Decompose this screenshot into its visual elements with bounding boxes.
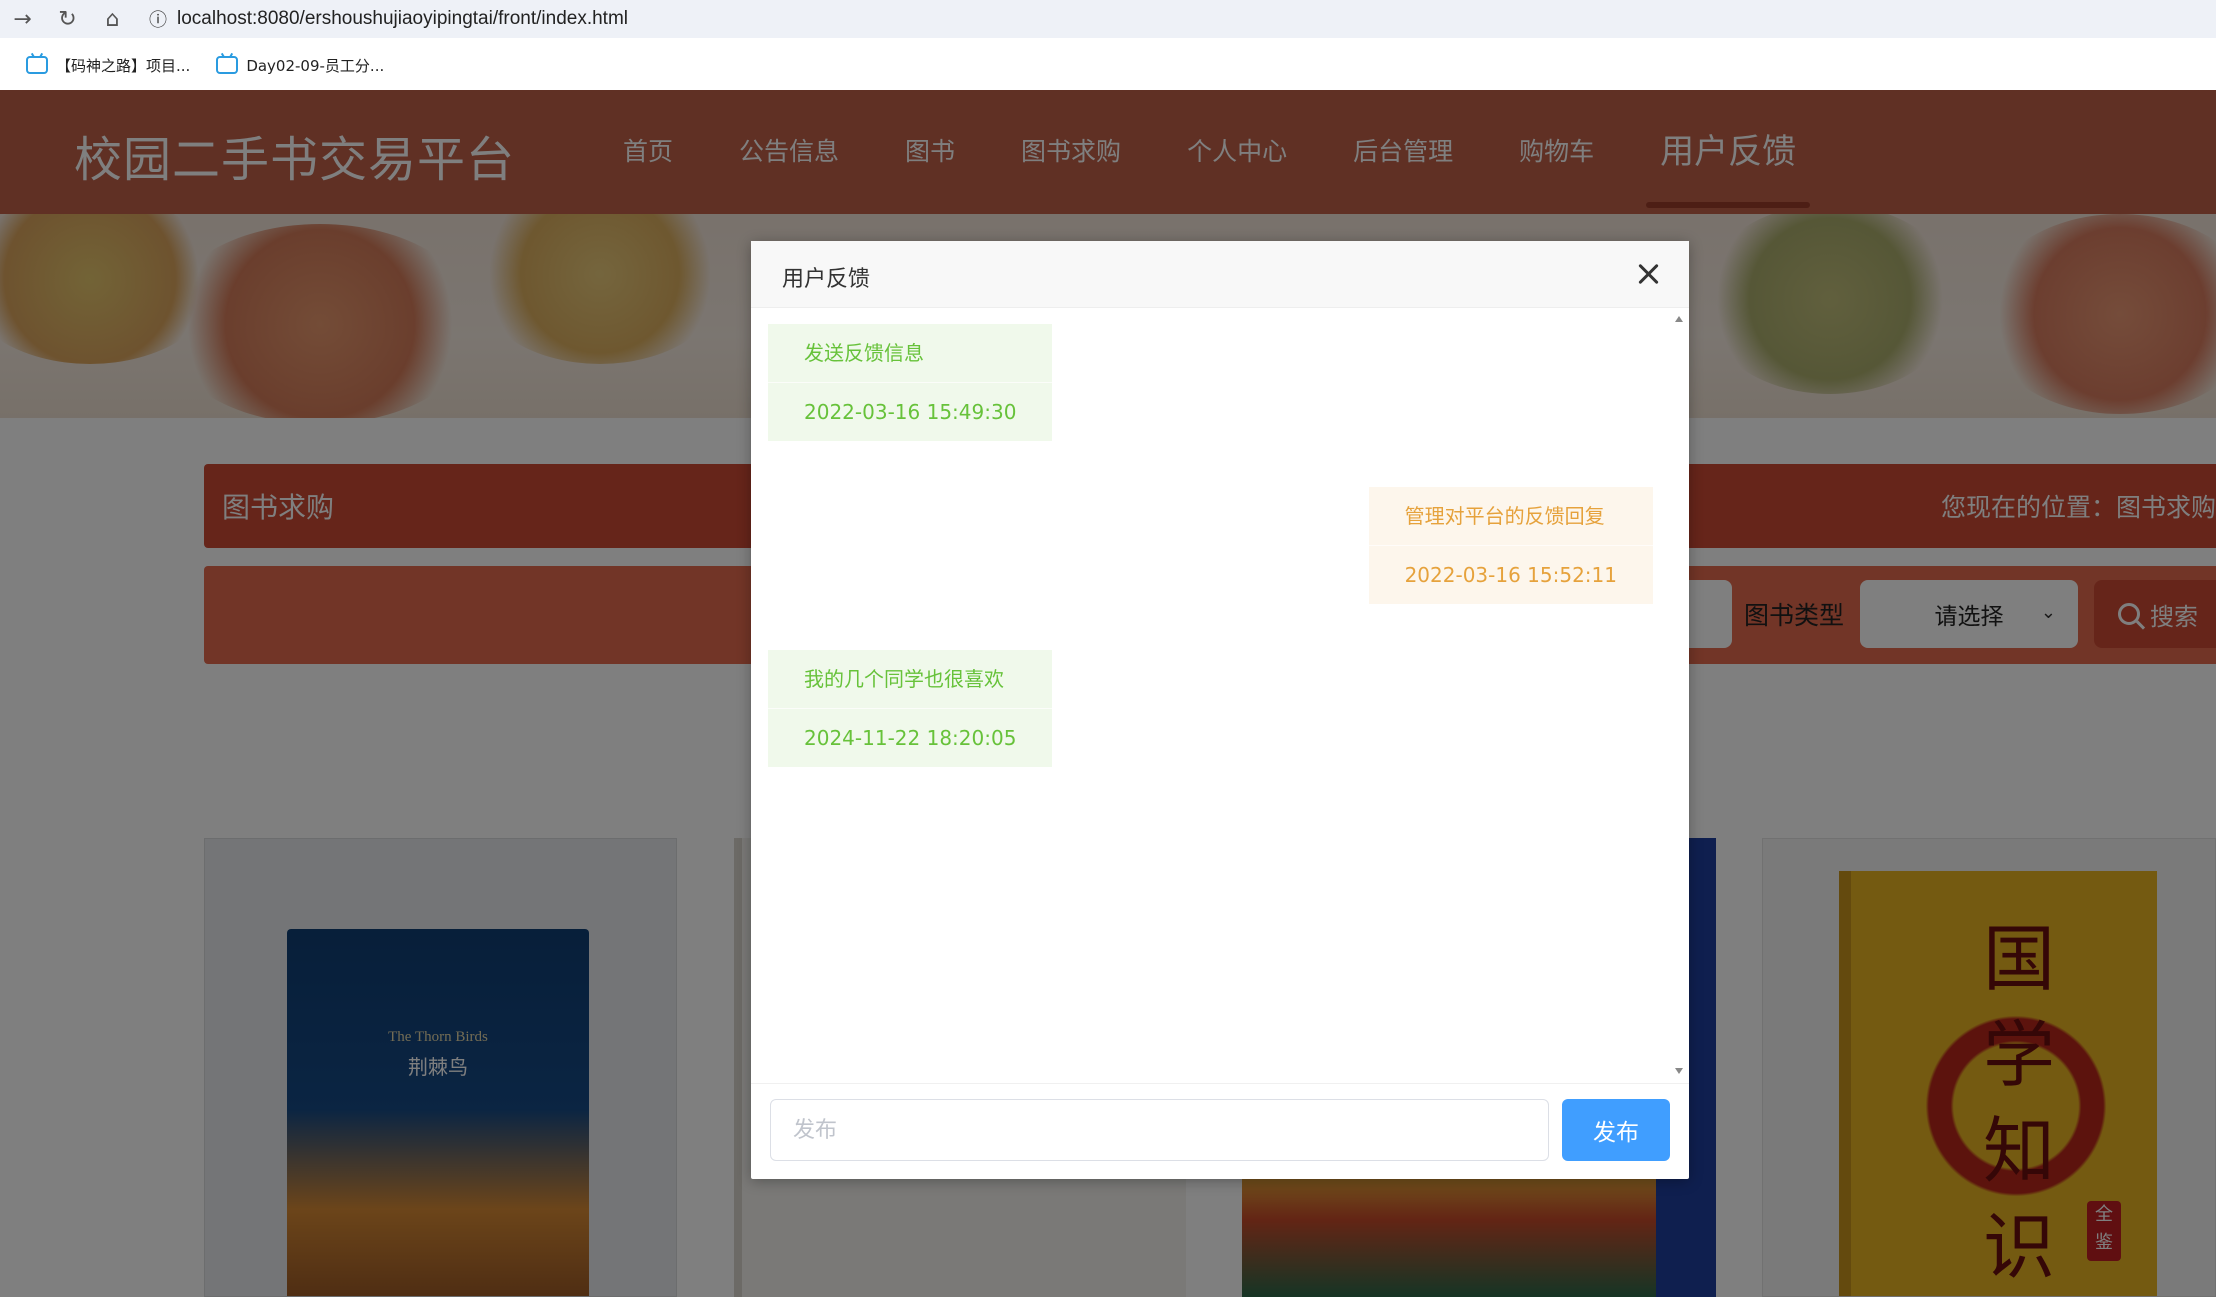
bookmark-label: Day02-09-员工分... — [246, 56, 385, 75]
publish-button[interactable]: 发布 — [1562, 1099, 1670, 1161]
message-text: 管理对平台的反馈回复 — [1404, 504, 1605, 528]
dialog-footer: 发布 — [751, 1083, 1689, 1179]
bookmark-item[interactable]: Day02-09-员工分... — [216, 55, 384, 76]
message-divider — [1368, 545, 1653, 546]
site-info-icon[interactable]: ⓘ — [143, 0, 173, 38]
message-text: 我的几个同学也很喜欢 — [804, 667, 1004, 691]
home-icon[interactable]: ⌂ — [90, 0, 135, 38]
message-time: 2022-03-16 15:52:11 — [1404, 563, 1617, 587]
feedback-dialog: 用户反馈 发送反馈信息 2022-03-16 15:49:30 管理对平台的反馈… — [751, 241, 1689, 1179]
dialog-header: 用户反馈 — [751, 241, 1689, 308]
bookmark-item[interactable]: 【码神之路】项目... — [26, 55, 190, 76]
browser-chrome: → ↻ ⌂ ⓘ localhost:8080/ershoushujiaoyipi… — [0, 0, 2216, 90]
chat-message-user: 我的几个同学也很喜欢 2024-11-22 18:20:05 — [768, 650, 1053, 767]
forward-icon[interactable]: → — [0, 0, 45, 38]
message-time: 2022-03-16 15:49:30 — [804, 400, 1017, 424]
message-text: 发送反馈信息 — [804, 341, 924, 365]
message-divider — [768, 382, 1053, 383]
chat-scrollbar[interactable] — [1673, 314, 1687, 1076]
dialog-title: 用户反馈 — [782, 267, 871, 292]
message-divider — [768, 708, 1053, 709]
message-time: 2024-11-22 18:20:05 — [804, 726, 1017, 750]
chat-list[interactable]: 发送反馈信息 2022-03-16 15:49:30 管理对平台的反馈回复 20… — [751, 308, 1689, 1083]
bilibili-icon — [216, 56, 239, 74]
reload-icon[interactable]: ↻ — [45, 0, 90, 38]
scroll-up-arrow-icon[interactable] — [1675, 316, 1683, 322]
chat-message-admin: 管理对平台的反馈回复 2022-03-16 15:52:11 — [1368, 487, 1653, 604]
address-bar-row: → ↻ ⌂ ⓘ localhost:8080/ershoushujiaoyipi… — [0, 0, 2216, 38]
close-icon[interactable] — [1633, 259, 1663, 289]
bookmark-label: 【码神之路】项目... — [56, 56, 191, 75]
scroll-down-arrow-icon[interactable] — [1675, 1068, 1683, 1074]
bilibili-icon — [26, 56, 48, 74]
chat-message-user: 发送反馈信息 2022-03-16 15:49:30 — [768, 324, 1053, 441]
feedback-input[interactable] — [770, 1099, 1549, 1161]
bookmarks-bar: 【码神之路】项目... Day02-09-员工分... — [0, 48, 384, 82]
url-field[interactable]: localhost:8080/ershoushujiaoyipingtai/fr… — [177, 8, 628, 30]
